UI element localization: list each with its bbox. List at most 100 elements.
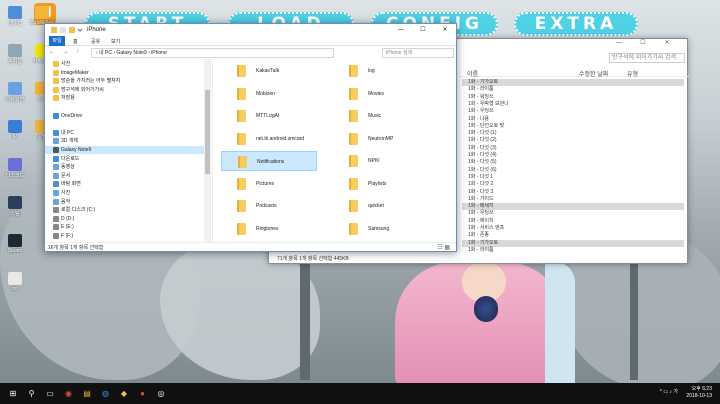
list-item[interactable]: 1화 - 우딩쓰: [462, 108, 684, 115]
list-item[interactable]: 1화 - 다섯 (5): [462, 159, 684, 166]
minimize-button[interactable]: —: [390, 24, 412, 36]
folder-item[interactable]: Notifications: [221, 151, 317, 171]
sidebar-item[interactable]: E (E:): [45, 223, 211, 231]
taskbar-icon[interactable]: ◎: [154, 387, 168, 400]
list-item[interactable]: 1화 - 기가오토: [462, 79, 684, 86]
sidebar-item[interactable]: 로컬 디스크 (C:): [45, 206, 211, 214]
tab-home[interactable]: 홈: [73, 38, 78, 45]
folder-item[interactable]: Movies: [333, 84, 429, 104]
folder-item[interactable]: Mobizen: [221, 84, 317, 104]
tab-share[interactable]: 공유: [91, 38, 100, 45]
list-item[interactable]: 1화 - 다섯 (3): [462, 145, 684, 152]
close-button[interactable]: ✕: [655, 39, 679, 46]
maximize-button[interactable]: ☐: [631, 39, 655, 46]
sidebar-item[interactable]: 다운로드: [45, 155, 211, 163]
folder-item[interactable]: log: [333, 61, 429, 81]
folder-item[interactable]: net.ib.android.smcard: [221, 129, 317, 149]
list-item[interactable]: 1화 - 나용: [462, 116, 684, 123]
taskbar-icon[interactable]: ⊞: [6, 387, 20, 400]
taskbar-icon[interactable]: ●: [136, 387, 150, 400]
sidebar-item[interactable]: 바탕 화면: [45, 180, 211, 188]
sidebar-item[interactable]: Galaxy Note9: [45, 146, 211, 154]
sidebar-item[interactable]: OneDrive: [45, 112, 211, 120]
maximize-button[interactable]: ☐: [412, 24, 434, 36]
nav-arrows[interactable]: ← → ↑: [49, 49, 82, 55]
desktop-icon[interactable]: 휴지통: [2, 44, 28, 65]
sidebar-item[interactable]: 동영상: [45, 163, 211, 171]
sidebar-item[interactable]: ImageMaker: [45, 69, 211, 77]
close-button[interactable]: ✕: [434, 24, 456, 36]
desktop-icon[interactable]: 내 PC: [2, 6, 28, 27]
folder-item[interactable]: KakaoTalk: [221, 61, 317, 81]
desktop-icon[interactable]: 바탕화면: [2, 82, 28, 103]
list-item[interactable]: 1화 - 존종: [462, 232, 684, 239]
quick-access-toolbar[interactable]: [50, 26, 84, 34]
taskbar-icon[interactable]: ◆: [117, 387, 131, 400]
breadcrumb[interactable]: › 내 PC › Galaxy Note9 › iPhone: [91, 48, 334, 58]
nav-scrollbar-thumb[interactable]: [205, 90, 210, 174]
desktop-icon[interactable]: 디스코드: [2, 158, 28, 179]
list-item[interactable]: 1화 - 가이드: [462, 196, 684, 203]
sidebar-item[interactable]: 사진: [45, 189, 211, 197]
extra-button[interactable]: EXTRA: [514, 12, 638, 36]
tab-view[interactable]: 보기: [111, 38, 120, 45]
folder-item[interactable]: MTTLogAI: [221, 106, 317, 126]
list-item[interactable]: 1화 - 단선오토 맞: [462, 123, 684, 130]
folder-item[interactable]: Podcasts: [221, 196, 317, 216]
taskbar-icon[interactable]: ▤: [80, 387, 94, 400]
list-item[interactable]: 1화 - 다섯 2: [462, 181, 684, 188]
desktop-icon[interactable]: Steam: [2, 234, 28, 254]
folder-item[interactable]: Samsung: [333, 219, 429, 239]
list-item[interactable]: 1화 - 다섯 3: [462, 189, 684, 196]
sidebar-item[interactable]: 저장용: [45, 94, 211, 102]
list-item[interactable]: 1화 - 서비스 앤프: [462, 225, 684, 232]
list-item[interactable]: 1화 - 라이툼: [462, 247, 684, 254]
folder-item[interactable]: quicket: [333, 196, 429, 216]
sidebar-item[interactable]: 사진: [45, 60, 211, 68]
desktop-icon[interactable]: IP: [2, 120, 28, 140]
list-item[interactable]: 1화 - 에이치: [462, 218, 684, 225]
sidebar-item[interactable]: 방구석에 외어가가씨: [45, 86, 211, 94]
folder-item[interactable]: NPKI: [333, 151, 429, 171]
tab-file[interactable]: 파일: [49, 36, 65, 46]
folder-item[interactable]: Ringtones: [221, 219, 317, 239]
desktop-icon[interactable]: 스팀: [2, 196, 28, 217]
list-item[interactable]: 1화 - 우딩쓰: [462, 210, 684, 217]
list-item[interactable]: 1화 - 메세지: [462, 203, 684, 211]
view-toggle-icons[interactable]: ☷ ▦: [437, 243, 450, 254]
taskbar-icon[interactable]: ▭: [43, 387, 57, 400]
folder-item[interactable]: NeutronMP: [333, 129, 429, 149]
taskbar-icon[interactable]: ◍: [99, 387, 113, 400]
list-item[interactable]: 1화 - 라이툼: [462, 86, 684, 93]
sidebar-item[interactable]: F (F:): [45, 232, 211, 240]
folder-item[interactable]: Music: [333, 106, 429, 126]
tray-icons[interactable]: ^ ▭ ♪ 가: [660, 389, 678, 396]
sidebar-item[interactable]: 3D 개체: [45, 137, 211, 145]
sidebar-item[interactable]: 망순을 가지러는 어두 펼쳐지: [45, 77, 211, 85]
sidebar-item[interactable]: D (D:): [45, 215, 211, 223]
col-type[interactable]: 유형: [627, 69, 638, 78]
clock[interactable]: ^ ▭ ♪ 가 오후 6:23 2018-10-13: [660, 386, 712, 400]
sidebar-item[interactable]: [45, 120, 211, 128]
back-search-input[interactable]: 방구석에 외어가가씨 검색: [609, 53, 685, 63]
folder-item[interactable]: Pictures: [221, 174, 317, 194]
minimize-button[interactable]: —: [607, 40, 631, 46]
list-item[interactable]: 1화 - 워딩쓰: [462, 94, 684, 101]
sidebar-item[interactable]: 음악: [45, 198, 211, 206]
col-name[interactable]: 이름: [467, 69, 478, 78]
explorer-window-iphone[interactable]: iPhone — ☐ ✕ 파일 홈 공유 보기 ← → ↑ › 내 PC › Gal…: [44, 23, 457, 252]
folder-item[interactable]: Playlists: [333, 174, 429, 194]
list-item[interactable]: 1화 - 우박형 보관나: [462, 101, 684, 108]
list-item[interactable]: 1화 - 다섯 (4): [462, 152, 684, 159]
taskbar-icon[interactable]: ◉: [62, 387, 76, 400]
title-bar[interactable]: iPhone — ☐ ✕: [45, 24, 456, 36]
col-date[interactable]: 수정한 날짜: [579, 69, 608, 78]
desktop-icon[interactable]: txt: [2, 272, 28, 292]
list-item[interactable]: 1화 - 다섯 (6): [462, 167, 684, 174]
sidebar-item[interactable]: [45, 103, 211, 111]
search-input[interactable]: iPhone 검색: [382, 48, 454, 58]
list-item[interactable]: 1화 - 기가오토: [462, 239, 684, 247]
sidebar-item[interactable]: 문서: [45, 172, 211, 180]
list-item[interactable]: 1화 - 다섯 (2): [462, 137, 684, 144]
sidebar-item[interactable]: 내 PC: [45, 129, 211, 137]
